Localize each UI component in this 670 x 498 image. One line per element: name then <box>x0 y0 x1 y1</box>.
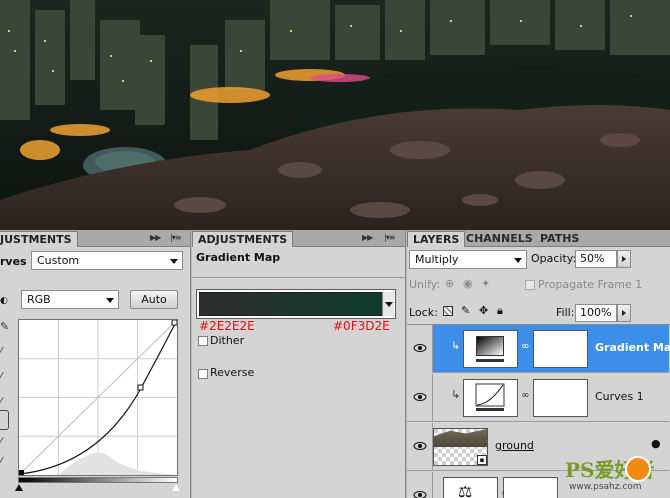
opacity-input[interactable]: 50% <box>575 250 617 268</box>
mask-thumbnail[interactable] <box>503 477 558 498</box>
layer-row-gradient-map[interactable]: ↳ ∞ Gradient Map <box>407 325 670 373</box>
city-night-photo <box>0 0 670 230</box>
output-gradient-bar <box>18 477 178 483</box>
auto-button[interactable]: Auto <box>130 290 178 309</box>
dither-label: Dither <box>210 334 245 347</box>
reverse-label: Reverse <box>210 366 255 379</box>
color-left-hex: #2E2E2E <box>199 319 255 333</box>
adjustment-thumbnail: ⚖ <box>443 477 498 498</box>
black-slider-icon[interactable] <box>15 484 23 491</box>
balance-icon: ⚖ <box>458 482 473 498</box>
gradient-map-icon <box>476 336 504 356</box>
lock-transparency-icon[interactable] <box>443 306 453 316</box>
link-icon[interactable]: ∞ <box>521 390 529 401</box>
gradient-tabbar: ADJUSTMENTS ▶▶ |▾≡ <box>192 230 405 247</box>
unify-visibility-icon[interactable]: ◉ <box>463 277 473 290</box>
clip-arrow-icon: ↳ <box>451 388 461 401</box>
watermark-url: www.psahz.com <box>569 482 642 492</box>
lock-position-icon[interactable]: ✥ <box>479 304 488 317</box>
tab-adjustments-center[interactable]: ADJUSTMENTS <box>192 231 294 247</box>
chevron-down-icon <box>170 259 178 264</box>
visibility-toggle[interactable] <box>407 423 433 471</box>
color-right-hex: #0F3D2E <box>333 319 390 333</box>
dither-checkbox[interactable] <box>198 336 208 346</box>
pencil-icon[interactable]: ✎ <box>0 320 9 333</box>
eye-icon[interactable] <box>413 390 427 404</box>
reverse-checkbox[interactable] <box>198 369 208 379</box>
curves-tabbar: JUSTMENTS ▶▶ |▾≡ <box>0 230 190 247</box>
layer-row-curves[interactable]: ↳ ∞ Curves 1 <box>407 374 669 422</box>
panel-collapse-icon[interactable]: ▶▶ <box>150 233 161 242</box>
curves-title: rves <box>0 255 27 268</box>
title-divider <box>192 277 405 278</box>
propagate-label: Propagate Frame 1 <box>538 278 643 291</box>
tab-paths[interactable]: PATHS <box>535 231 584 247</box>
slider-icon <box>476 359 504 362</box>
smooth-icon[interactable]: ⁄ <box>0 435 2 448</box>
chevron-down-icon[interactable] <box>382 292 394 316</box>
panel-menu-icon[interactable]: |▾≡ <box>384 233 395 242</box>
layer-name[interactable]: Gradient Map <box>595 341 670 354</box>
visibility-toggle[interactable] <box>407 374 433 422</box>
lock-label: Lock: <box>409 306 438 319</box>
chevron-down-icon <box>514 258 522 263</box>
visibility-toggle[interactable] <box>407 472 433 498</box>
layer-style-icon[interactable]: ● <box>651 437 661 450</box>
eyedropper-black-icon[interactable]: ⁄ <box>0 345 2 358</box>
fill-slider-button[interactable] <box>617 304 631 322</box>
blend-mode-value: Multiply <box>415 253 459 266</box>
panel-collapse-icon[interactable]: ▶▶ <box>362 233 373 242</box>
gradient-picker[interactable] <box>196 289 396 319</box>
channel-value: RGB <box>27 293 51 306</box>
panel-title: Gradient Map <box>196 251 281 264</box>
mask-thumbnail[interactable] <box>533 379 588 417</box>
gradient-map-panel: ADJUSTMENTS ▶▶ |▾≡ Gradient Map <box>192 230 406 498</box>
preset-dropdown[interactable]: Custom <box>31 251 183 270</box>
curves-adjustments-panel: JUSTMENTS ▶▶ |▾≡ rves Custom ◐ RGB Auto … <box>0 230 191 498</box>
chevron-down-icon <box>106 298 114 303</box>
opacity-label: Opacity: <box>531 252 577 265</box>
tab-channels[interactable]: CHANNELS <box>461 231 538 247</box>
propagate-checkbox[interactable] <box>525 280 535 290</box>
mask-thumbnail[interactable] <box>533 330 588 368</box>
fill-input[interactable]: 100% <box>575 304 617 322</box>
smiley-badge-icon <box>625 456 651 482</box>
unify-label: Unify: <box>409 278 441 291</box>
layer-name[interactable]: ground <box>495 439 534 452</box>
clip-arrow-icon: ↳ <box>451 339 461 352</box>
curves-graph[interactable] <box>18 319 178 476</box>
eyedropper-gray-icon[interactable]: ⁄ <box>0 370 2 383</box>
fill-label: Fill: <box>556 306 575 319</box>
adjustment-thumbnail <box>463 330 518 368</box>
link-icon[interactable]: ∞ <box>521 341 529 352</box>
opacity-slider-button[interactable] <box>617 250 631 268</box>
channel-dropdown[interactable]: RGB <box>21 290 119 309</box>
adjustment-thumbnail <box>463 379 518 417</box>
curves-icon <box>475 383 505 411</box>
lock-pixels-icon[interactable]: ✎ <box>461 304 470 317</box>
layer-name[interactable]: Curves 1 <box>595 390 644 403</box>
ground-image <box>434 429 487 447</box>
curve-point-tool-icon[interactable] <box>0 410 9 430</box>
unify-position-icon[interactable]: ⊕ <box>445 277 454 290</box>
preset-value: Custom <box>37 254 80 267</box>
unify-style-icon[interactable]: ✦ <box>481 277 490 290</box>
tab-layers[interactable]: LAYERS <box>407 231 466 247</box>
hand-tool-icon[interactable]: ◐ <box>0 296 8 306</box>
visibility-toggle[interactable] <box>407 325 433 373</box>
panel-menu-icon[interactable]: |▾≡ <box>170 233 181 242</box>
eye-icon[interactable] <box>413 488 427 498</box>
clipping-icon[interactable]: ⁄ <box>0 455 2 468</box>
lock-all-icon[interactable]: 🔒︎ <box>497 304 503 318</box>
eye-icon[interactable] <box>413 341 427 355</box>
smart-object-icon: ▪ <box>477 455 487 465</box>
eye-icon[interactable] <box>413 439 427 453</box>
tab-adjustments-left[interactable]: JUSTMENTS <box>0 231 78 247</box>
gradient-preview[interactable] <box>199 292 383 316</box>
watermark-logo: PS爱好者 www.psahz.com <box>555 452 670 498</box>
layers-tabbar: LAYERS CHANNELS PATHS <box>407 230 670 247</box>
eyedropper-white-icon[interactable]: ⁄ <box>0 395 2 408</box>
white-slider-icon[interactable] <box>172 484 180 491</box>
blend-mode-dropdown[interactable]: Multiply <box>409 250 527 269</box>
